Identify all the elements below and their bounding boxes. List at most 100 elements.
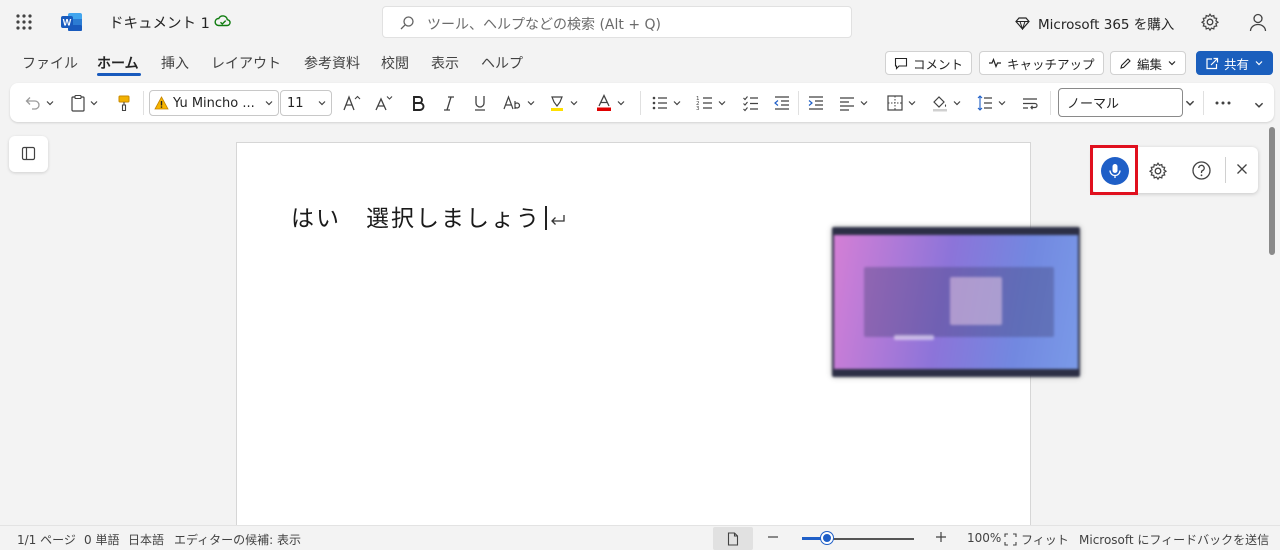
- share-icon: [1205, 57, 1219, 70]
- divider: [1050, 91, 1051, 115]
- send-feedback-link[interactable]: Microsoft にフィードバックを送信: [1079, 531, 1269, 548]
- paragraph-mark-icon: [549, 212, 567, 228]
- bullets-button[interactable]: [651, 91, 682, 115]
- document-body-text[interactable]: はい 選択しましょう: [291, 199, 567, 233]
- font-color-button[interactable]: [595, 91, 626, 115]
- status-bar: 1/1 ページ 0 単語 日本語 エディターの候補: 表示 100% フィット …: [0, 525, 1280, 550]
- dictate-microphone-button[interactable]: [1090, 145, 1138, 195]
- minus-icon: [768, 536, 778, 538]
- chevron-down-icon: [265, 101, 273, 106]
- line-spacing-button[interactable]: [976, 91, 1007, 115]
- navigation-pane-button[interactable]: [9, 136, 48, 172]
- grow-font-button[interactable]: [342, 91, 362, 115]
- zoom-out-button[interactable]: [767, 530, 779, 544]
- video-blur-block: [894, 335, 934, 340]
- comment-button[interactable]: コメント: [885, 51, 973, 75]
- text-cursor: [545, 206, 547, 230]
- app-launcher-icon[interactable]: [14, 12, 34, 32]
- borders-button[interactable]: [886, 91, 917, 115]
- undo-button[interactable]: [24, 91, 55, 115]
- styles-dropdown-button[interactable]: [1184, 91, 1196, 115]
- language-indicator[interactable]: 日本語: [128, 531, 164, 548]
- tab-review[interactable]: 校閲: [381, 53, 409, 73]
- decrease-indent-button[interactable]: [773, 91, 791, 115]
- account-user-icon[interactable]: [1248, 12, 1268, 32]
- page-count[interactable]: 1/1 ページ: [17, 531, 76, 548]
- chevron-down-icon: [953, 101, 961, 106]
- bold-icon: [410, 94, 426, 112]
- divider: [640, 91, 641, 115]
- gear-icon: [1148, 162, 1168, 181]
- zoom-in-button[interactable]: [935, 530, 947, 544]
- tab-view[interactable]: 表示: [431, 53, 459, 73]
- paste-button[interactable]: [70, 91, 99, 115]
- editing-mode-button[interactable]: 編集: [1110, 51, 1187, 75]
- clipboard-icon: [70, 94, 86, 112]
- video-frame: [834, 235, 1078, 369]
- chevron-down-icon: [90, 101, 98, 106]
- tab-file[interactable]: ファイル: [22, 53, 78, 73]
- dictation-settings-button[interactable]: [1148, 161, 1168, 181]
- shrink-font-button[interactable]: [374, 91, 394, 115]
- dictation-close-button[interactable]: [1235, 162, 1249, 176]
- dictation-help-button[interactable]: [1191, 160, 1212, 181]
- more-options-button[interactable]: [1213, 91, 1233, 115]
- share-button[interactable]: 共有: [1196, 51, 1274, 75]
- tab-help[interactable]: ヘルプ: [481, 53, 523, 73]
- buy-microsoft-365-button[interactable]: Microsoft 365 を購入: [1015, 13, 1174, 33]
- saved-status-icon[interactable]: [214, 13, 232, 31]
- settings-gear-icon[interactable]: [1200, 12, 1220, 32]
- search-box[interactable]: ツール、ヘルプなどの検索 (Alt + Q): [382, 6, 852, 38]
- format-painter-icon: [116, 94, 132, 112]
- tab-home[interactable]: ホーム: [97, 53, 139, 73]
- line-spacing-icon: [976, 94, 994, 112]
- pencil-icon: [1119, 57, 1132, 70]
- divider: [143, 91, 144, 115]
- text-effects-icon: [503, 94, 523, 112]
- document-title[interactable]: ドキュメント 1: [109, 12, 210, 33]
- shrink-font-icon: [374, 94, 394, 112]
- search-icon: [399, 15, 415, 31]
- home-ribbon-toolbar: Yu Mincho ... 11 123 ノーマル: [10, 83, 1274, 122]
- video-blur-block: [950, 277, 1002, 325]
- chevron-down-icon: [1254, 58, 1264, 68]
- search-placeholder: ツール、ヘルプなどの検索 (Alt + Q): [427, 17, 661, 33]
- paragraph-options-button[interactable]: [1021, 91, 1039, 115]
- font-size-select[interactable]: 11: [280, 90, 332, 116]
- bold-button[interactable]: [410, 91, 426, 115]
- zoom-level[interactable]: 100%: [967, 531, 1001, 545]
- numbering-button[interactable]: 123: [696, 91, 727, 115]
- vertical-scrollbar[interactable]: [1269, 127, 1275, 255]
- style-select[interactable]: ノーマル: [1058, 88, 1183, 117]
- tab-layout[interactable]: レイアウト: [211, 53, 281, 73]
- zoom-slider-thumb[interactable]: [821, 532, 833, 544]
- catchup-button[interactable]: キャッチアップ: [979, 51, 1104, 75]
- expand-ribbon-button[interactable]: [1253, 93, 1265, 117]
- dictation-toolbar: [1090, 145, 1258, 195]
- format-painter-button[interactable]: [116, 91, 132, 115]
- align-button[interactable]: [838, 91, 869, 115]
- word-logo-icon[interactable]: W: [61, 12, 83, 32]
- chevron-down-icon: [673, 101, 681, 106]
- word-count[interactable]: 0 単語: [84, 531, 119, 548]
- edit-label: 編集: [1137, 56, 1163, 72]
- editor-suggestions[interactable]: エディターの候補: 表示: [174, 531, 301, 548]
- highlight-color-button[interactable]: [548, 91, 579, 115]
- active-tab-indicator: [97, 73, 141, 76]
- tab-references[interactable]: 参考資料: [304, 53, 360, 73]
- shading-button[interactable]: [931, 91, 962, 115]
- italic-button[interactable]: [441, 91, 457, 115]
- font-name-select[interactable]: Yu Mincho ...: [149, 90, 279, 116]
- increase-indent-button[interactable]: [807, 91, 825, 115]
- chevron-down-icon: [1185, 100, 1195, 106]
- fit-button[interactable]: フィット: [1004, 531, 1069, 548]
- page-view-button[interactable]: [713, 527, 753, 550]
- tab-insert[interactable]: 挿入: [161, 53, 189, 73]
- checklist-button[interactable]: [742, 91, 760, 115]
- video-overlay-thumbnail: [832, 227, 1080, 377]
- diamond-icon: [1015, 16, 1030, 30]
- text-effects-button[interactable]: [503, 91, 536, 115]
- help-question-icon: [1192, 161, 1211, 180]
- underline-button[interactable]: [472, 91, 488, 115]
- pulse-icon: [988, 57, 1002, 69]
